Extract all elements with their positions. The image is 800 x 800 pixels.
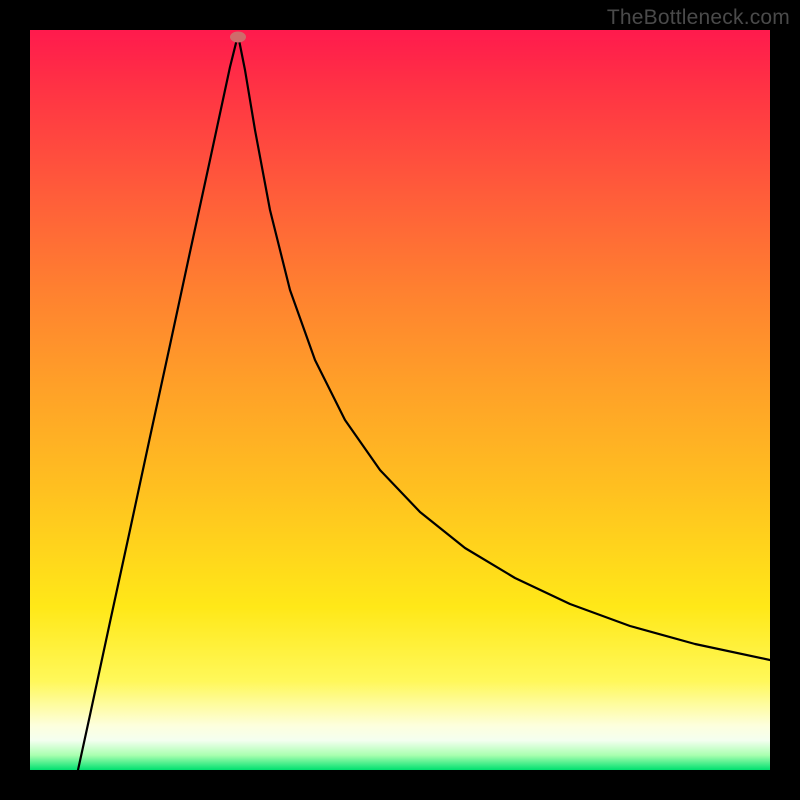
minimum-marker — [230, 32, 246, 43]
plot-area — [30, 30, 770, 770]
bottleneck-curve — [30, 30, 770, 770]
watermark-text: TheBottleneck.com — [607, 6, 790, 30]
